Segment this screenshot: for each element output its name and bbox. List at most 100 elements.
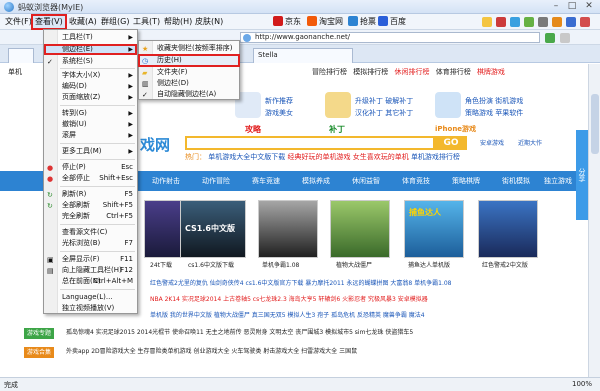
menu-systembar[interactable]: ✓ 系统栏(S) [44, 56, 137, 67]
tab-home[interactable] [8, 48, 34, 63]
banner-block-iphone[interactable]: 角色扮演 街机游戏 策略游戏 苹果软件 iPhone游戏 [435, 90, 555, 138]
nav-item[interactable]: 体育竞技 [398, 171, 434, 191]
nav-item[interactable]: 动作冒险 [198, 171, 234, 191]
menu-stop-all[interactable]: ● 全部停止 Shift+Esc [44, 173, 137, 184]
menu-encoding[interactable]: 编码(D) ▶ [44, 81, 137, 92]
nav-item[interactable]: 街机模拟 [498, 171, 534, 191]
menu-file[interactable]: 文件(F) [3, 16, 34, 28]
menu-refresh-all[interactable]: ↻ 全部刷新 Shift+F5 [44, 200, 137, 211]
bookmark-jd[interactable]: 京东 [273, 16, 301, 28]
menu-refresh[interactable]: ↻ 刷新(R) F5 [44, 189, 137, 200]
star-icon[interactable] [552, 17, 562, 27]
top-nav-item[interactable]: 棋牌游戏 [477, 68, 505, 76]
menu-undo[interactable]: 撤销(U) ▶ [44, 119, 137, 130]
right-link[interactable]: 近期大作 [518, 140, 542, 147]
leaf-icon[interactable] [524, 17, 534, 27]
user-icon[interactable] [566, 17, 576, 27]
thumb-caption[interactable]: 24t下载 [150, 260, 172, 269]
game-list-row[interactable]: 外卖app 2D冒险游戏大全 生存冒险类单机游戏 创业游戏大全 火车驾驶类 射击… [66, 346, 357, 358]
menu-favorites[interactable]: 收藏(A) [67, 16, 99, 28]
top-nav-item[interactable]: 冒险排行榜 [312, 68, 347, 76]
menu-more-tools[interactable]: 更多工具(M) ▶ [44, 146, 137, 157]
menu-language[interactable]: Language(L)... [44, 292, 137, 303]
url-input[interactable]: http://www.gaonanche.net/ [240, 32, 540, 43]
menu-scroll[interactable]: 滚屏 ▶ [44, 130, 137, 141]
site-search-input[interactable] [185, 136, 435, 150]
thumb-caption[interactable]: 单机争霸1.08 [262, 260, 299, 269]
hot-link[interactable]: 单机游戏排行榜 [411, 153, 460, 161]
zoom-level[interactable]: 100% [572, 380, 592, 388]
top-nav-item[interactable]: 体育排行榜 [436, 68, 471, 76]
game-list-row[interactable]: 红色警戒2尤里的复仇 仙剑奇侠传4 cs1.6中文版官方下载 暴力摩托2011 … [150, 278, 452, 290]
menu-zoom[interactable]: 页面缩放(Z) ▶ [44, 92, 137, 103]
minimize-button[interactable]: – [548, 1, 564, 13]
menu-full-refresh[interactable]: 完全刷新 Ctrl+F5 [44, 211, 137, 222]
menu-help[interactable]: 帮助(H) [162, 16, 194, 28]
menu-tools[interactable]: 工具(T) [131, 16, 162, 28]
menu-view-source[interactable]: 查看源文件(C) [44, 227, 137, 238]
nav-item[interactable]: 策略棋牌 [448, 171, 484, 191]
menu-fullscreen[interactable]: ▣ 全屏显示(F) F11 [44, 254, 137, 265]
share-button[interactable]: 分享 [576, 130, 588, 220]
game-list-row[interactable]: 孤岛惊魂4 实况足球2015 2014光棍节 使命召唤11 无主之地前传 恶灵附… [66, 327, 413, 339]
banner-block-new[interactable]: 新作推荐 游戏美女 攻略 [235, 90, 325, 138]
right-link[interactable]: 安卓游戏 [480, 140, 504, 147]
go-button[interactable]: GO [435, 136, 467, 150]
nav-item[interactable]: 休闲益智 [348, 171, 384, 191]
submenu-sidebar[interactable]: ▥ 侧边栏(D) [139, 78, 239, 89]
menu-toolbar[interactable]: 工具栏(T) ▶ [44, 32, 137, 43]
menu-hide-toolbar[interactable]: ▤ 向上隐藏工具栏(H) F12 [44, 265, 137, 276]
search-icon[interactable] [560, 33, 570, 43]
thumb-caption[interactable]: 植物大战僵尸 [336, 260, 372, 269]
tab-stella[interactable]: Stella [253, 48, 353, 63]
hot-link[interactable]: 经典好玩的单机游戏 [287, 153, 350, 161]
menu-font-size[interactable]: 字体大小(X) ▶ [44, 70, 137, 81]
thumb-caption[interactable]: 捕鱼达人单机版 [408, 260, 450, 269]
game-list-row[interactable]: 单机版 我的世界中文版 植物大战僵尸 真三国无双5 模拟人生3 孢子 孤岛危机 … [150, 310, 425, 322]
maximize-button[interactable]: □ [564, 1, 580, 13]
submenu-folders[interactable]: ▰ 文件夹(F) [139, 67, 239, 78]
menu-skin[interactable]: 皮肤(N) [193, 16, 225, 28]
hot-link[interactable]: 女生喜欢玩的单机 [353, 153, 409, 161]
game-thumbnail[interactable] [478, 200, 538, 258]
submenu-autohide-sidebar[interactable]: ✓ 自动隐藏侧边栏(A) [139, 89, 239, 100]
gear-icon[interactable] [538, 17, 548, 27]
power-icon[interactable] [580, 17, 590, 27]
menu-caret-browsing[interactable]: 光标浏览(B) F7 [44, 238, 137, 249]
refresh-icon[interactable] [510, 17, 520, 27]
menu-always-on-top[interactable]: 总在前面(N) Ctrl+Alt+M [44, 276, 137, 287]
menu-sidebar[interactable]: 侧边栏(E) ▶ [44, 44, 137, 55]
menu-view[interactable]: 查看(V) [31, 14, 67, 30]
menu-stop[interactable]: ● 停止(P) Esc [44, 162, 137, 173]
hot-link[interactable]: 单机游戏大全中文版下载 [208, 153, 285, 161]
submenu-favorites-sidebar[interactable]: ★收藏夹侧栏(按频率排序)(W) [139, 43, 239, 63]
game-thumbnail[interactable] [330, 200, 390, 258]
go-icon[interactable] [545, 33, 555, 43]
game-list-row[interactable]: NBA 2K14 实况足球2014 上古卷轴5 cs七龙珠2.3 海岛大亨5 轩… [150, 294, 428, 306]
menu-groups[interactable]: 群组(G) [99, 16, 131, 28]
scrollbar-thumb[interactable] [591, 94, 599, 154]
menu-goto[interactable]: 转到(G) ▶ [44, 108, 137, 119]
top-nav-item[interactable]: 模拟排行榜 [353, 68, 388, 76]
game-thumbnail[interactable]: CS1.6中文版 [180, 200, 246, 258]
nav-item[interactable]: 模拟养成 [298, 171, 334, 191]
side-tab-label[interactable]: 单机 [8, 67, 26, 77]
bookmark-taobao[interactable]: 淘宝网 [307, 16, 343, 28]
vertical-scrollbar[interactable] [588, 64, 600, 377]
game-thumbnail[interactable] [258, 200, 318, 258]
thumb-caption[interactable]: 红色警戒2中文版 [482, 260, 528, 269]
pencil-icon[interactable] [482, 17, 492, 27]
site-logo[interactable]: 戏网 [140, 134, 170, 155]
nav-item[interactable]: 独立游戏 [540, 171, 576, 191]
game-thumbnail[interactable]: 捕鱼达人 [404, 200, 464, 258]
thumb-caption[interactable]: cs1.6中文版下载 [188, 260, 234, 269]
banner-block-patch[interactable]: 升级补丁 破解补丁 汉化补丁 其它补丁 补丁 [325, 90, 435, 138]
submenu-history[interactable]: ◷ 历史(H) [138, 54, 240, 67]
nav-item[interactable]: 动作射击 [148, 171, 184, 191]
mail-icon[interactable] [496, 17, 506, 27]
top-nav-item[interactable]: 休闲排行榜 [394, 68, 429, 76]
nav-item[interactable]: 赛车竞速 [248, 171, 284, 191]
bookmark-tickets[interactable]: 抢票 [348, 16, 376, 28]
bookmark-baidu[interactable]: 百度 [378, 16, 406, 28]
menu-video-player[interactable]: 独立视频播放(V) [44, 303, 137, 314]
